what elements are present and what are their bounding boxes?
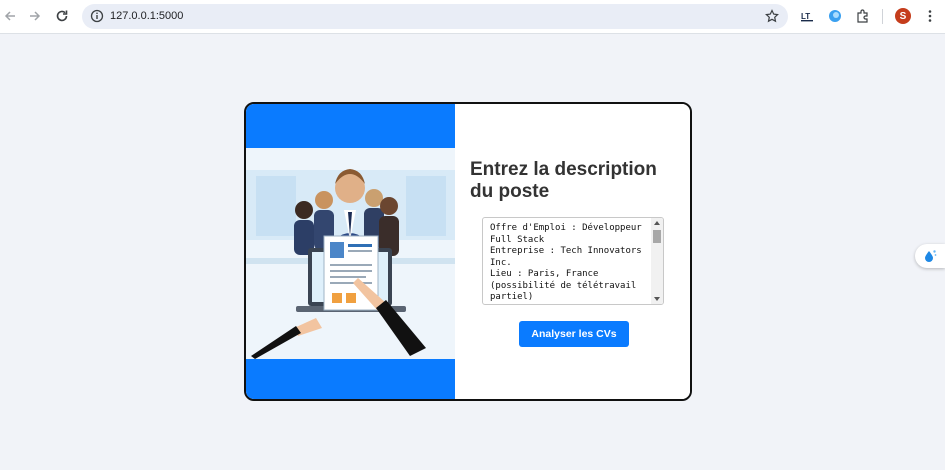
job-description-text[interactable]: Offre d'Emploi : Développeur Full Stack … (490, 223, 650, 304)
form-panel: Entrez la description du poste Offre d'E… (455, 104, 690, 399)
back-button[interactable] (0, 6, 20, 26)
menu-icon (928, 10, 932, 22)
page-title: Entrez la description du poste (470, 159, 657, 202)
address-bar[interactable]: 127.0.0.1:5000 (82, 4, 788, 29)
back-icon (4, 11, 15, 21)
info-icon[interactable] (90, 9, 104, 23)
languagetool-extension-button[interactable]: LT (800, 8, 816, 24)
url-text[interactable]: 127.0.0.1:5000 (110, 10, 183, 22)
side-assistant-button[interactable] (915, 244, 945, 268)
extensions-icon (857, 9, 868, 23)
scroll-down-arrow-icon[interactable] (654, 297, 660, 301)
profile-avatar[interactable]: S (895, 8, 911, 24)
scroll-thumb[interactable] (653, 230, 661, 243)
star-icon[interactable] (765, 9, 779, 23)
browser-menu-button[interactable] (922, 8, 938, 24)
recruitment-illustration (246, 148, 455, 359)
reload-button[interactable] (52, 6, 72, 26)
reload-icon (56, 10, 68, 22)
extension-button[interactable] (827, 8, 843, 24)
extensions-button[interactable] (855, 8, 871, 24)
side-assistant-icon (925, 250, 937, 262)
job-description-card: Entrez la description du poste Offre d'E… (244, 102, 692, 401)
languagetool-icon: LT (801, 12, 813, 22)
svg-text:LT: LT (801, 12, 810, 21)
extension-swirl-icon (829, 10, 841, 22)
recruitment-illustration-image (246, 148, 455, 359)
browser-toolbar: 127.0.0.1:5000 LT S (0, 0, 945, 34)
textarea-scrollbar[interactable] (651, 218, 663, 304)
analyze-cvs-button[interactable]: Analyser les CVs (519, 321, 629, 347)
scroll-up-arrow-icon[interactable] (654, 221, 660, 225)
job-description-textarea[interactable]: Offre d'Emploi : Développeur Full Stack … (482, 217, 664, 305)
illustration-panel (246, 104, 455, 399)
forward-button[interactable] (25, 6, 45, 26)
forward-icon (30, 11, 41, 21)
toolbar-separator (882, 9, 883, 24)
